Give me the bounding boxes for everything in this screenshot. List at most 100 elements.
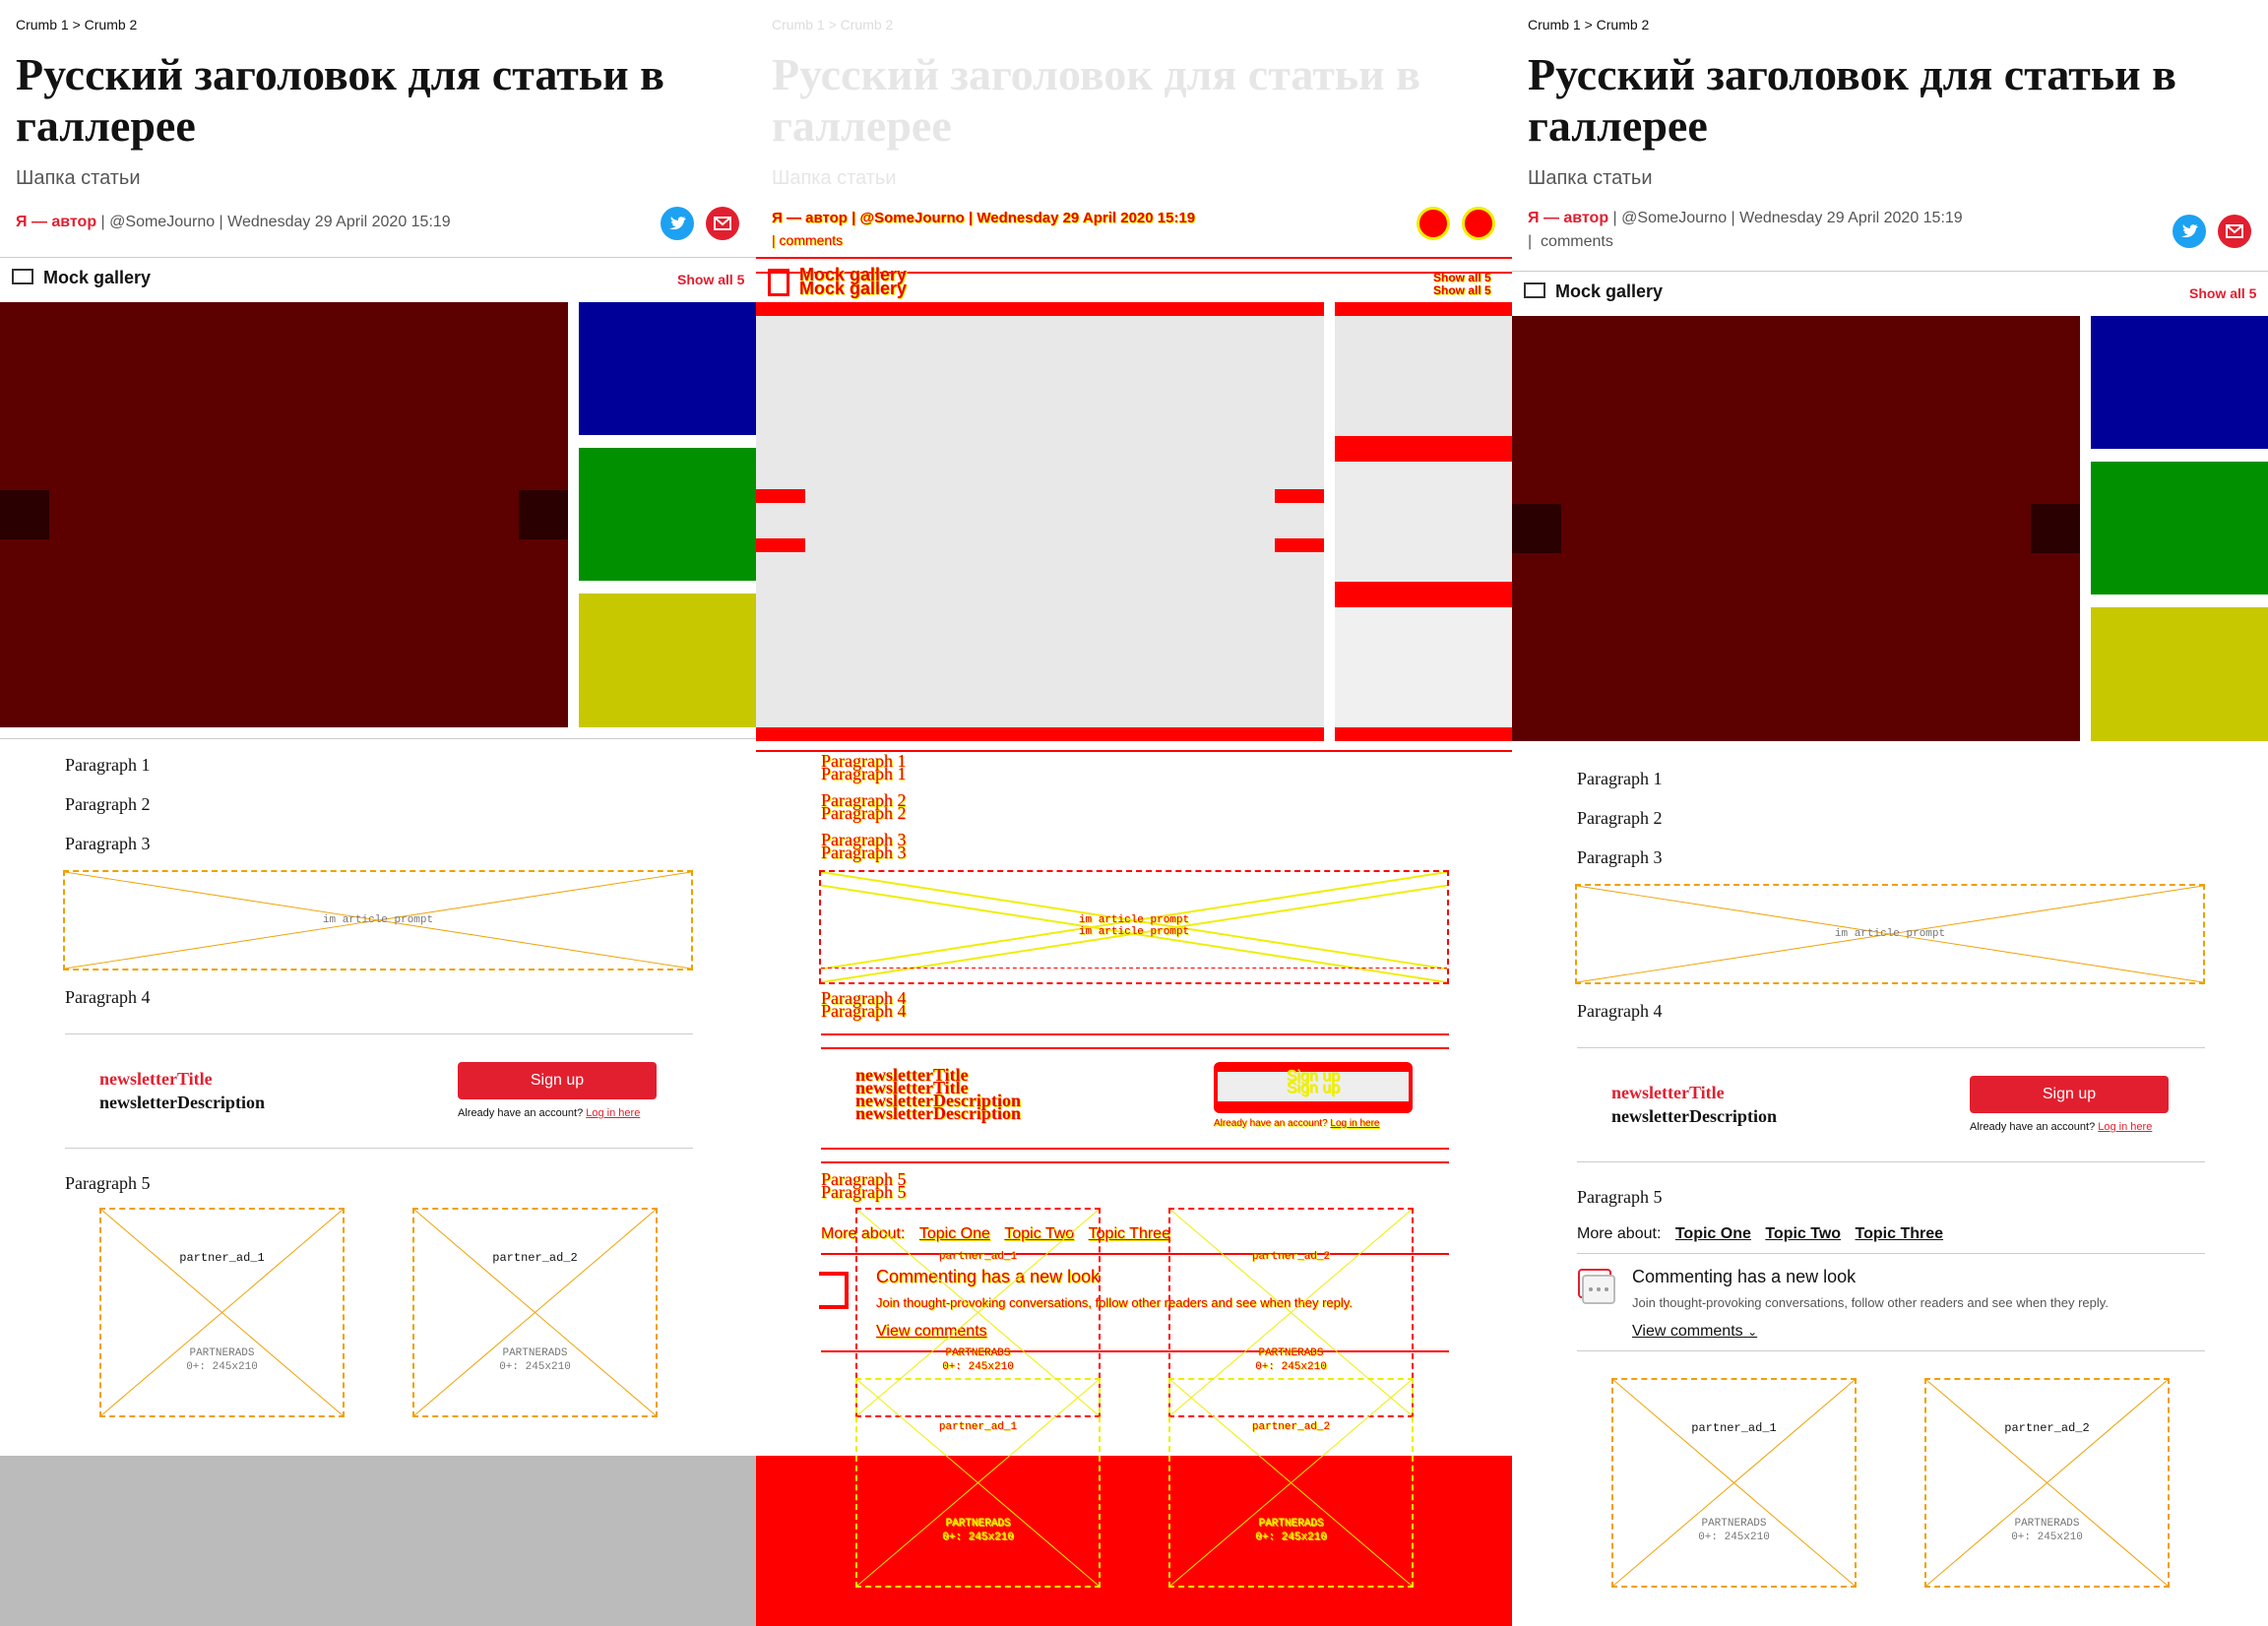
diff-region bbox=[1335, 316, 1512, 436]
partner-ad-1[interactable]: partner_ad_1 PARTNERADS 0+: 245x210 bbox=[99, 1208, 345, 1417]
breadcrumb: Crumb 1 > Crumb 2 bbox=[1528, 17, 1650, 32]
gallery-prev-arrow[interactable] bbox=[1512, 504, 1561, 553]
paragraph: Paragraph 5 bbox=[1577, 1187, 1663, 1207]
twitter-share-button[interactable] bbox=[661, 207, 694, 240]
twitter-icon-diff bbox=[1417, 207, 1450, 240]
byline: Я — автор | @SomeJourno | Wednesday 29 A… bbox=[16, 214, 451, 230]
gallery-icon bbox=[1524, 282, 1545, 298]
topic-link[interactable]: Topic Three bbox=[1856, 1225, 1944, 1242]
gallery-thumb-1[interactable] bbox=[2091, 316, 2268, 449]
page-title: Русский заголовок для статьи в галлерее bbox=[1528, 49, 2176, 151]
paragraph: Paragraph 4 bbox=[1577, 1001, 1663, 1021]
standfirst: Шапка статьи bbox=[16, 167, 141, 189]
email-share-button[interactable] bbox=[2218, 215, 2251, 248]
crumb-1[interactable]: Crumb 1 bbox=[16, 17, 69, 32]
chevron-down-icon: ⌄ bbox=[1747, 1325, 1758, 1339]
gallery-main-image[interactable] bbox=[0, 302, 568, 727]
twitter-share-button[interactable] bbox=[2173, 215, 2206, 248]
view-comments-link[interactable]: View comments ⌄ bbox=[1632, 1323, 1757, 1341]
login-diff: Already have an account? Log in here bbox=[1214, 1118, 1380, 1129]
paragraph-diff: Paragraph 5 Paragraph 5 bbox=[821, 1169, 907, 1202]
diff-rule bbox=[821, 1033, 1449, 1035]
gallery-main-image[interactable] bbox=[1512, 316, 2080, 741]
show-all-link[interactable]: Show all 5 bbox=[2189, 285, 2256, 301]
diff-rule bbox=[756, 257, 1512, 259]
header-divider bbox=[0, 257, 756, 258]
partner-ad-2[interactable]: partner_ad_2 PARTNERADS 0+: 245x210 bbox=[412, 1208, 658, 1417]
show-all-link[interactable]: Show all 5 bbox=[677, 272, 744, 287]
comment-bubble-icon bbox=[1577, 1268, 1616, 1311]
article-prompt-placeholder: im article prompt bbox=[1575, 884, 2205, 984]
paragraph: Paragraph 1 bbox=[65, 755, 151, 775]
twitter-icon bbox=[2173, 215, 2206, 248]
prompt-diff: im article prompt im article prompt bbox=[819, 870, 1449, 984]
gallery-prev-arrow[interactable] bbox=[0, 490, 49, 539]
partner-ad-1[interactable]: partner_ad_1 PARTNERADS 0+: 245x210 bbox=[1611, 1378, 1857, 1588]
breadcrumb: Crumb 1 > Crumb 2 bbox=[16, 17, 138, 32]
author-link[interactable]: Я — автор bbox=[1528, 210, 1608, 226]
breadcrumb-diff: Crumb 1 > Crumb 2 bbox=[772, 17, 894, 32]
diff-region bbox=[1335, 436, 1512, 462]
email-icon-diff bbox=[1462, 207, 1495, 240]
standfirst-diff: Шапка статьи bbox=[772, 167, 897, 189]
gallery-thumb-3[interactable] bbox=[579, 594, 756, 727]
newsletter-title: newsletterTitle bbox=[1611, 1083, 1725, 1102]
commenting-title: Commenting has a new look bbox=[1632, 1267, 1857, 1286]
diff-region bbox=[756, 316, 1324, 727]
commenting-rule bbox=[1577, 1350, 2205, 1351]
diff-region bbox=[1335, 582, 1512, 607]
paragraph: Paragraph 2 bbox=[65, 794, 151, 814]
ad-1-diff-shifted: partner_ad_1 PARTNERADS 0+: 245x210 bbox=[855, 1378, 1101, 1588]
paragraph: Paragraph 1 bbox=[1577, 769, 1663, 788]
gallery-title: Mock gallery bbox=[1555, 281, 1664, 301]
diff-rule bbox=[821, 1047, 1449, 1049]
panel-left: Crumb 1 > Crumb 2 Русский заголовок для … bbox=[0, 0, 756, 1626]
newsletter-top-rule bbox=[1577, 1047, 2205, 1048]
topic-link[interactable]: Topic Two bbox=[1765, 1225, 1841, 1242]
crumb-2[interactable]: Crumb 2 bbox=[85, 17, 138, 32]
comments-count-diff: | comments bbox=[772, 232, 844, 248]
newsletter-top-rule bbox=[65, 1033, 693, 1034]
diff-region bbox=[756, 727, 1324, 741]
diff-region bbox=[1335, 302, 1512, 316]
commenting-subtitle: Join thought-provoking conversations, fo… bbox=[1632, 1295, 2109, 1310]
topic-link[interactable]: Topic One bbox=[1675, 1225, 1751, 1242]
diff-region bbox=[1335, 607, 1512, 727]
crumb-2[interactable]: Crumb 2 bbox=[1597, 17, 1650, 32]
newsletter-title: newsletterTitle bbox=[99, 1069, 213, 1089]
email-icon bbox=[2218, 215, 2251, 248]
gallery-thumb-2[interactable] bbox=[2091, 462, 2268, 594]
diff-rule bbox=[821, 1148, 1449, 1150]
gallery-next-arrow[interactable] bbox=[519, 490, 568, 539]
paragraph: Paragraph 2 bbox=[1577, 808, 1663, 828]
gallery-thumb-1[interactable] bbox=[579, 302, 756, 435]
login-link[interactable]: Log in here bbox=[2098, 1121, 2152, 1133]
login-link[interactable]: Log in here bbox=[586, 1107, 640, 1119]
email-share-button[interactable] bbox=[706, 207, 739, 240]
paragraph: Paragraph 3 bbox=[65, 834, 151, 853]
author-link[interactable]: Я — автор bbox=[16, 214, 96, 230]
paragraph: Paragraph 5 bbox=[65, 1173, 151, 1193]
more-about: More about: Topic One Topic Two Topic Th… bbox=[1577, 1225, 1944, 1242]
signup-button[interactable]: Sign up bbox=[1970, 1076, 2169, 1113]
twitter-icon bbox=[661, 207, 694, 240]
footer-area bbox=[0, 1456, 756, 1626]
panel-diff: Crumb 1 > Crumb 2 Русский заголовок для … bbox=[756, 0, 1512, 1626]
diff-region bbox=[1275, 538, 1324, 552]
diff-rule bbox=[821, 1161, 1449, 1163]
crumb-1[interactable]: Crumb 1 bbox=[1528, 17, 1581, 32]
byline-diff: Я — автор | @SomeJourno | Wednesday 29 A… bbox=[772, 210, 1196, 226]
gallery-thumb-2[interactable] bbox=[579, 448, 756, 581]
paragraph-diff: Paragraph 3 Paragraph 3 bbox=[821, 830, 907, 862]
page-title-diff: Русский заголовок для статьи в галлерее bbox=[772, 49, 1420, 151]
gallery-thumb-3[interactable] bbox=[2091, 607, 2268, 741]
comments-count[interactable]: | comments bbox=[1528, 233, 1613, 251]
show-all-diff: Show all 5 Show all 5 bbox=[1433, 271, 1491, 297]
paragraph: Paragraph 4 bbox=[65, 987, 151, 1007]
article-prompt-placeholder: im article prompt bbox=[63, 870, 693, 970]
signup-button[interactable]: Sign up bbox=[458, 1062, 657, 1099]
more-about-rule bbox=[1577, 1253, 2205, 1254]
page-title: Русский заголовок для статьи в галлерее bbox=[16, 49, 664, 151]
gallery-next-arrow[interactable] bbox=[2031, 504, 2080, 553]
partner-ad-2[interactable]: partner_ad_2 PARTNERADS 0+: 245x210 bbox=[1924, 1378, 2170, 1588]
